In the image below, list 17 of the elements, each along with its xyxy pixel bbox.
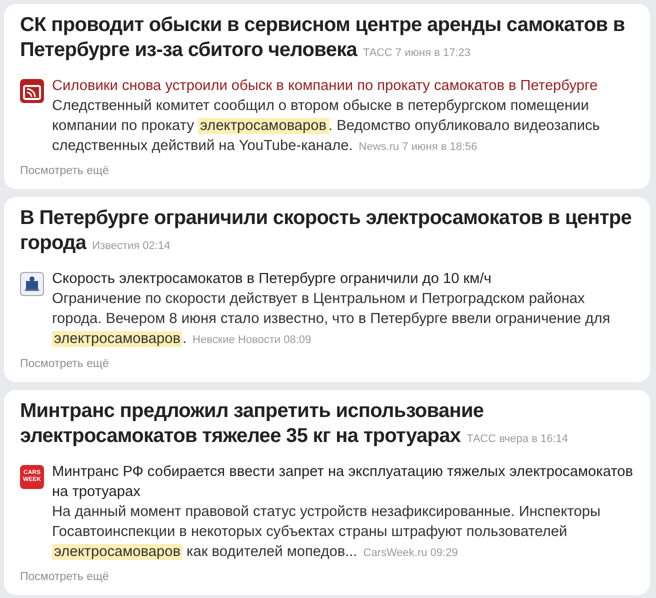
snippet-title[interactable]: Скорость электросамокатов в Петербурге ограничили до 10 км/ч: [52, 269, 634, 289]
snippet-text: Ограничение по скорости действует в Центральном и Петроградском районах города. Вечером 8 июня стало известно, что в Петербурге ввели ограничение для электросамоваров. Невские Новости 08:09: [52, 290, 612, 349]
snippet-text: Следственный комитет сообщил о втором обыске в петербургском помещении компании по прокату электросамоваров. Ведомство опубликовало видеозапись следственных действий на YouTube-канале. News.ru 7 июня в 18:56: [52, 97, 601, 156]
headline[interactable]: Минтранс предложил запретить использование электросамокатов тяжелее 35 кг на тротуарах ТАСС вчера в 16:14: [20, 399, 634, 452]
headline-source: ТАСС 7 июня в 17:23: [363, 47, 471, 59]
snippet-source: CarsWeek.ru 09:29: [363, 547, 458, 559]
rss-icon: [20, 79, 44, 103]
snippet-text: На данный момент правовой статус устройств незафиксированные. Инспекторы Госавтоинспекции в некоторых субъектах страны штрафуют пользователей электросамоваров как водителей мопедов... CarsWeek.ru 09:29: [52, 503, 602, 562]
snippet-source: News.ru 7 июня в 18:56: [358, 141, 478, 153]
snippet-title[interactable]: Силовики снова устроили обыск в компании по прокату самокатов в Петербурге: [52, 76, 634, 96]
headline-source: ТАСС вчера в 16:14: [466, 433, 568, 445]
headline[interactable]: В Петербурге ограничили скорость электросамокатов в центре города Известия 02:14: [20, 206, 634, 259]
headline-source: Известия 02:14: [92, 240, 170, 252]
headline[interactable]: СК проводит обыски в сервисном центре аренды самокатов в Петербурге из-за сбитого человека ТАСС 7 июня в 17:23: [20, 13, 634, 66]
snippet-source: Невские Новости 08:09: [192, 334, 312, 346]
crest-icon: [20, 272, 44, 296]
snippet-title[interactable]: Минтранс РФ собирается ввести запрет на эксплуатацию тяжелых электросамокатов на тротуарах: [52, 462, 634, 502]
